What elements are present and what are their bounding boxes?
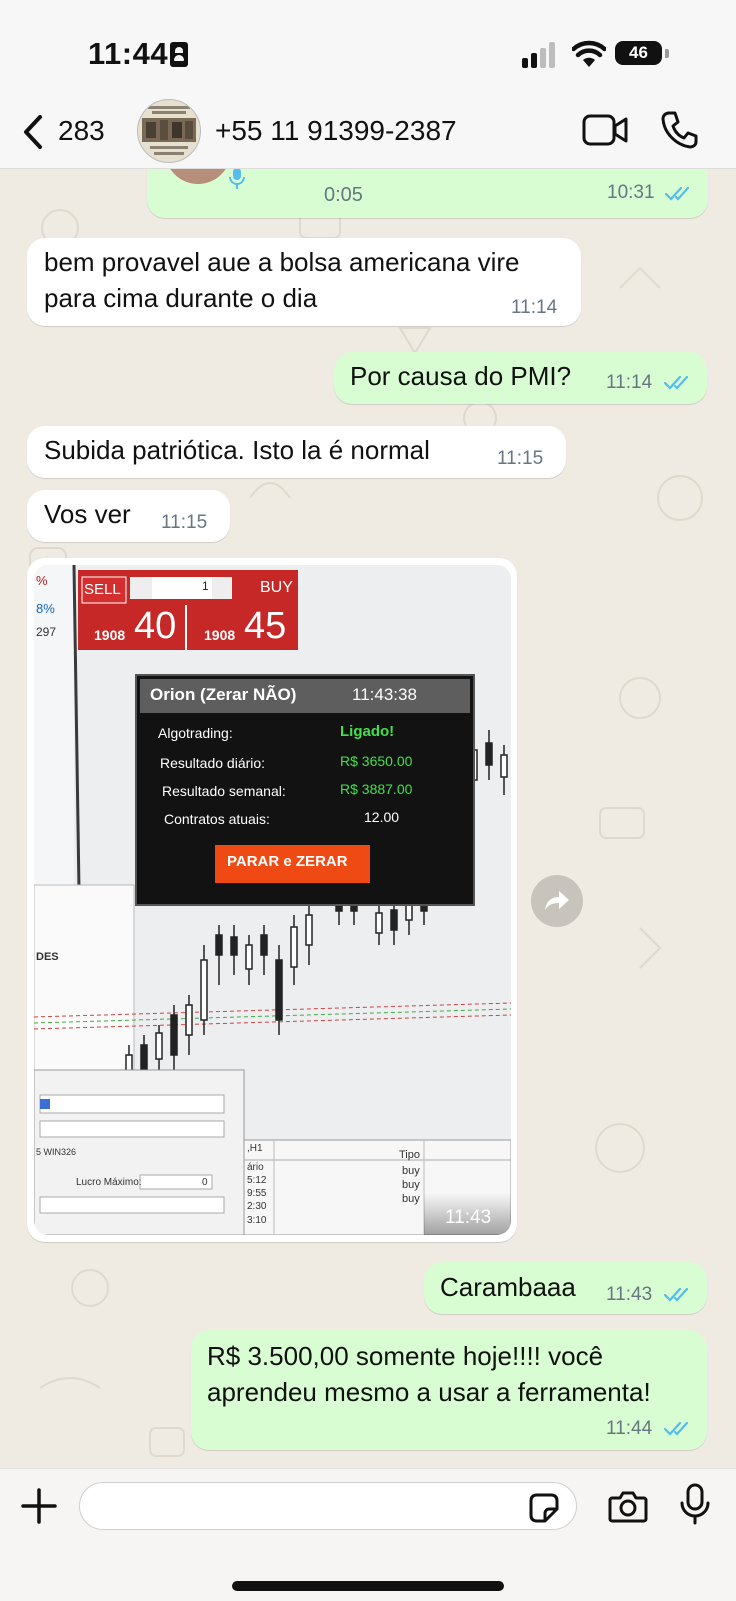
row-label: Algotrading: [158,725,233,741]
status-time: 11:44 [88,36,169,71]
dialog-zero-value: 0 [202,1177,208,1188]
table-cell: 3:10 [247,1215,267,1226]
voice-message-bubble[interactable]: 0:05 10:31 [147,168,708,218]
row-value: R$ 3650.00 [340,753,413,769]
table-cell: 2:30 [247,1201,267,1212]
table-h1: ,H1 [247,1143,263,1154]
table-cell: 5:12 [247,1175,267,1186]
read-ticks-icon [664,1287,689,1302]
message-time: 11:14 [511,297,558,318]
read-ticks-icon [664,1421,689,1436]
table-cell: ário [247,1162,264,1173]
voice-avatar [165,168,231,184]
battery-tip [665,49,669,58]
row-value: Ligado! [340,723,395,740]
back-unread-count[interactable]: 283 [58,115,105,147]
quantity-value: 1 [202,579,209,593]
buy-price-small: 1908 [204,627,236,643]
dialog-lucro-label: Lucro Máximo: [76,1177,142,1188]
voice-duration: 0:05 [324,184,363,206]
row-label: Contratos atuais: [164,811,270,827]
wifi-icon [572,40,606,67]
plus-icon[interactable] [20,1487,58,1525]
left-percent-2: 8% [36,601,55,616]
table-cell: buy [402,1193,420,1205]
message-time: 11:43 [606,1284,653,1305]
id-card-icon [170,42,188,67]
mic-icon [229,168,245,189]
incoming-message[interactable]: Vos ver 11:15 [27,490,230,542]
phone-call-icon[interactable] [660,110,698,150]
message-time: 10:31 [607,182,655,203]
table-cell: buy [402,1179,420,1191]
incoming-message[interactable]: bem provavel aue a bolsa americana vire … [27,238,581,326]
message-text: Subida patriótica. Isto la é normal [44,435,430,465]
message-text: bem provavel aue a bolsa americana vire [44,247,520,277]
buy-label: BUY [260,579,293,596]
message-composer [0,1468,736,1601]
dialog-symbol: 5 WIN326 [36,1147,77,1157]
contact-name[interactable]: +55 11 91399-2387 [215,115,457,147]
forward-arrow-icon [545,891,569,910]
outgoing-message[interactable]: Por causa do PMI? 11:14 [334,352,707,404]
table-cell: 9:55 [247,1188,267,1199]
read-ticks-icon [664,375,689,390]
chat-header: 283 +55 11 91399-2387 [0,99,736,169]
sell-price-small: 1908 [94,627,126,643]
video-call-icon[interactable] [582,112,628,148]
buy-price-big: 45 [244,605,287,647]
home-indicator [232,1581,504,1591]
message-time: 11:44 [606,1418,653,1439]
cellular-signal-icon [522,42,558,68]
incoming-message[interactable]: Subida patriótica. Isto la é normal 11:1… [27,426,566,478]
message-input[interactable] [79,1482,577,1530]
trading-screenshot-image[interactable]: % 8% 297 DES SELL 1 BUY 1908 40 1908 45 … [34,565,511,1235]
panel-title: Orion (Zerar NÃO) [150,685,297,704]
camera-icon[interactable] [608,1489,648,1523]
table-cell: buy [402,1165,420,1177]
left-des-label: DES [36,951,59,963]
back-chevron-icon[interactable] [22,114,44,150]
outgoing-message[interactable]: Carambaaa 11:43 [424,1262,707,1314]
table-col-header: Tipo [399,1149,420,1161]
sell-label: SELL [84,581,121,598]
message-text: para cima durante o dia [44,283,318,313]
row-value: 12.00 [364,809,400,825]
message-text: R$ 3.500,00 somente hoje!!!! você [207,1341,604,1371]
trading-chart-background [34,565,511,1235]
image-time: 11:43 [445,1207,492,1228]
status-bar: 11:44 46 [0,0,736,100]
battery-indicator: 46 [615,41,662,65]
row-value: R$ 3887.00 [340,781,413,797]
outgoing-message[interactable]: R$ 3.500,00 somente hoje!!!! você aprend… [191,1330,707,1450]
read-ticks-icon [665,186,690,201]
sell-price-big: 40 [134,605,177,647]
left-number: 297 [36,625,57,639]
panel-clock: 11:43:38 [352,685,417,704]
message-time: 11:15 [497,448,544,469]
avatar[interactable] [137,99,201,163]
message-text: Carambaaa [440,1272,576,1302]
message-text: Por causa do PMI? [350,361,572,391]
stop-button-label: PARAR e ZERAR [227,853,348,870]
left-percent-1: % [36,573,48,588]
sticker-icon[interactable] [527,1491,561,1525]
row-label: Resultado semanal: [162,783,286,799]
mic-icon[interactable] [679,1483,711,1525]
message-time: 11:14 [606,372,653,393]
message-time: 11:15 [161,512,208,533]
message-text: aprendeu mesmo a usar a ferramenta! [207,1377,651,1407]
row-label: Resultado diário: [160,755,266,771]
forward-button[interactable] [531,875,583,927]
message-text: Vos ver [44,499,131,529]
